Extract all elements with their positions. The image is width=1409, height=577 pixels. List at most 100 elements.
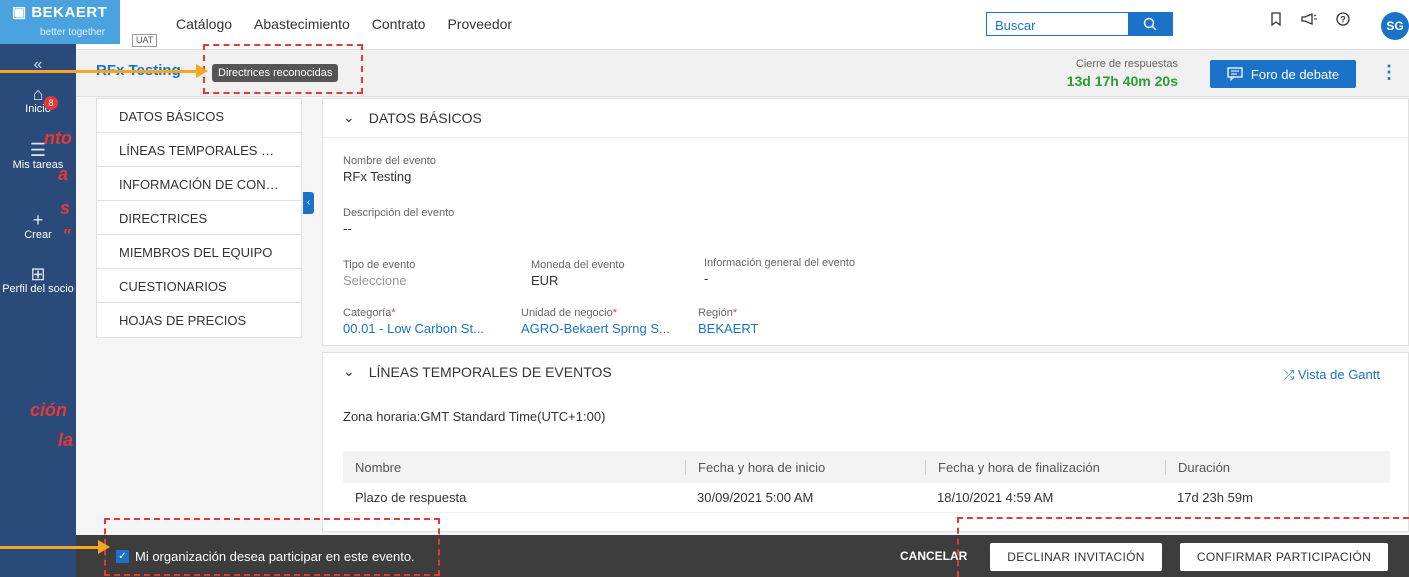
table-cell: 18/10/2021 4:59 AM [937,490,1054,505]
more-options-icon[interactable]: ⋮ [1380,62,1398,83]
annotation-fragment: s [60,198,71,218]
basic-data-panel: ⌄ DATOS BÁSICOS Nombre del evento RFx Te… [322,98,1409,346]
search-box: Buscar [986,12,1173,36]
sidebar-item-label: Crear [24,229,52,241]
search-icon [1143,17,1157,31]
section-nav-item[interactable]: HOJAS DE PRECIOS [97,303,301,337]
event-general-info-field: Información general del evento - [704,257,855,286]
nav-contract[interactable]: Contrato [372,16,426,32]
announcement-icon[interactable] [1300,12,1318,26]
divider [323,137,1408,138]
bekaert-logo[interactable]: ▣ BEKAERT better together [0,0,120,44]
column-header: Fecha y hora de finalización [925,459,1165,475]
event-name-field: Nombre del evento RFx Testing [343,155,436,184]
section-nav-item[interactable]: DATOS BÁSICOS [97,99,301,133]
annotation-fragment: ción [30,400,68,420]
column-header: Nombre [355,459,402,475]
event-currency-field: Moneda del evento EUR [531,259,625,288]
bookmark-icon[interactable] [1270,12,1282,26]
field-value: Seleccione [343,273,407,288]
section-nav: DATOS BÁSICOS LÍNEAS TEMPORALES DE... IN… [96,98,302,338]
table-header: Nombre Fecha y hora de inicio Fecha y ho… [343,451,1390,483]
panel-title: DATOS BÁSICOS [368,109,482,126]
env-badge: UAT [132,34,158,47]
annotation-arrow [0,70,196,73]
category-field[interactable]: Categoría* 00.01 - Low Carbon St... [343,307,484,336]
field-value[interactable]: AGRO-Bekaert Sprng S... [521,321,670,336]
timelines-header[interactable]: ⌄ LÍNEAS TEMPORALES DE EVENTOS [343,363,612,380]
table-cell: Plazo de respuesta [355,490,467,505]
region-field[interactable]: Región* BEKAERT [698,307,758,336]
forum-button-label: Foro de debate [1250,66,1340,82]
event-type-field[interactable]: Tipo de evento Seleccione [343,259,415,288]
annotation-fragment: nto [44,128,72,148]
sidebar-item-label: Mis tareas [12,159,64,171]
sidebar-item-label: Perfil del socio [2,283,74,295]
field-label: Tipo de evento [343,259,416,271]
event-description-field: Descripción del evento -- [343,207,454,236]
annotation-box [203,44,363,94]
search-button[interactable] [1128,13,1172,35]
field-value: -- [343,221,352,236]
chevron-down-icon: ⌄ [343,363,355,379]
timezone-text: Zona horaria:GMT Standard Time(UTC+1:00) [343,409,606,424]
annotation-arrow-head [196,64,208,78]
sidebar-item-inicio[interactable]: ⌂ Inicio [0,85,76,116]
annotation-box [104,518,440,576]
annotation-arrow-head [98,540,110,554]
panel-title: LÍNEAS TEMPORALES DE EVENTOS [368,363,612,380]
column-header: Duración [1165,459,1390,475]
annotation-fragment: a [58,164,69,184]
annotation-box [957,517,1409,577]
field-label: Nombre del evento [343,155,436,167]
svg-text:?: ? [1340,15,1346,25]
timelines-panel: ⌄ LÍNEAS TEMPORALES DE EVENTOS ⤮ Vista d… [322,352,1409,532]
closing-countdown: 13d 17h 40m 20s [1066,73,1178,89]
help-icon[interactable]: ? [1336,12,1350,26]
closing-label: Cierre de respuestas [1075,58,1178,70]
section-nav-item[interactable]: CUESTIONARIOS [97,269,301,303]
field-label: Moneda del evento [531,259,625,271]
brand-name: ▣ BEKAERT [12,4,108,21]
partner-profile-icon: ⊞ [30,264,46,284]
shuffle-icon: ⤮ [1283,367,1295,382]
table-cell: 30/09/2021 5:00 AM [697,490,814,505]
field-value[interactable]: 00.01 - Low Carbon St... [343,321,484,336]
section-nav-item[interactable]: DIRECTRICES [97,201,301,235]
top-icons: ? [1270,12,1350,26]
collapse-nav-icon[interactable]: ‹ [303,192,314,214]
sidebar-item-perfil[interactable]: ⊞ Perfil del socio [0,264,76,296]
column-header: Fecha y hora de inicio [685,459,925,475]
table-row: Plazo de respuesta 30/09/2021 5:00 AM 18… [343,483,1390,513]
discussion-forum-button[interactable]: Foro de debate [1210,60,1356,88]
search-input[interactable]: Buscar [987,13,1128,35]
section-nav-item[interactable]: INFORMACIÓN DE CONT... [97,167,301,201]
basic-data-header[interactable]: ⌄ DATOS BÁSICOS [343,109,482,126]
field-label: Unidad de negocio* [521,307,618,319]
gantt-view-link[interactable]: ⤮ Vista de Gantt [1284,367,1380,383]
field-value: EUR [531,273,559,288]
annotation-arrow [0,546,98,549]
nav-supplier[interactable]: Proveedor [447,16,512,32]
top-bar: ▣ BEKAERT better together UAT Catálogo A… [0,0,1409,50]
field-value: RFx Testing [343,169,412,184]
user-avatar[interactable]: SG [1381,12,1409,40]
annotation-fragment: la [58,430,74,450]
section-nav-item[interactable]: LÍNEAS TEMPORALES DE... [97,133,301,167]
field-value: - [704,271,709,286]
business-unit-field[interactable]: Unidad de negocio* AGRO-Bekaert Sprng S.… [521,307,670,336]
sidebar: « ⌂ Inicio ☰ Mis tareas + Crear ⊞ Perfil… [0,44,76,577]
timelines-table: Nombre Fecha y hora de inicio Fecha y ho… [343,451,1390,513]
section-nav-item[interactable]: MIEMBROS DEL EQUIPO [97,235,301,269]
tasks-count-badge: 8 [44,96,58,110]
field-label: Descripción del evento [343,207,455,219]
field-label: Información general del evento [704,257,856,269]
field-label: Región* [698,307,738,319]
chat-icon [1227,67,1243,81]
nav-sourcing[interactable]: Abastecimiento [254,16,350,32]
nav-catalog[interactable]: Catálogo [176,16,232,32]
field-label: Categoría* [343,307,396,319]
chevron-down-icon: ⌄ [343,109,355,125]
field-value[interactable]: BEKAERT [698,321,758,336]
gantt-link-label: Vista de Gantt [1297,367,1380,382]
